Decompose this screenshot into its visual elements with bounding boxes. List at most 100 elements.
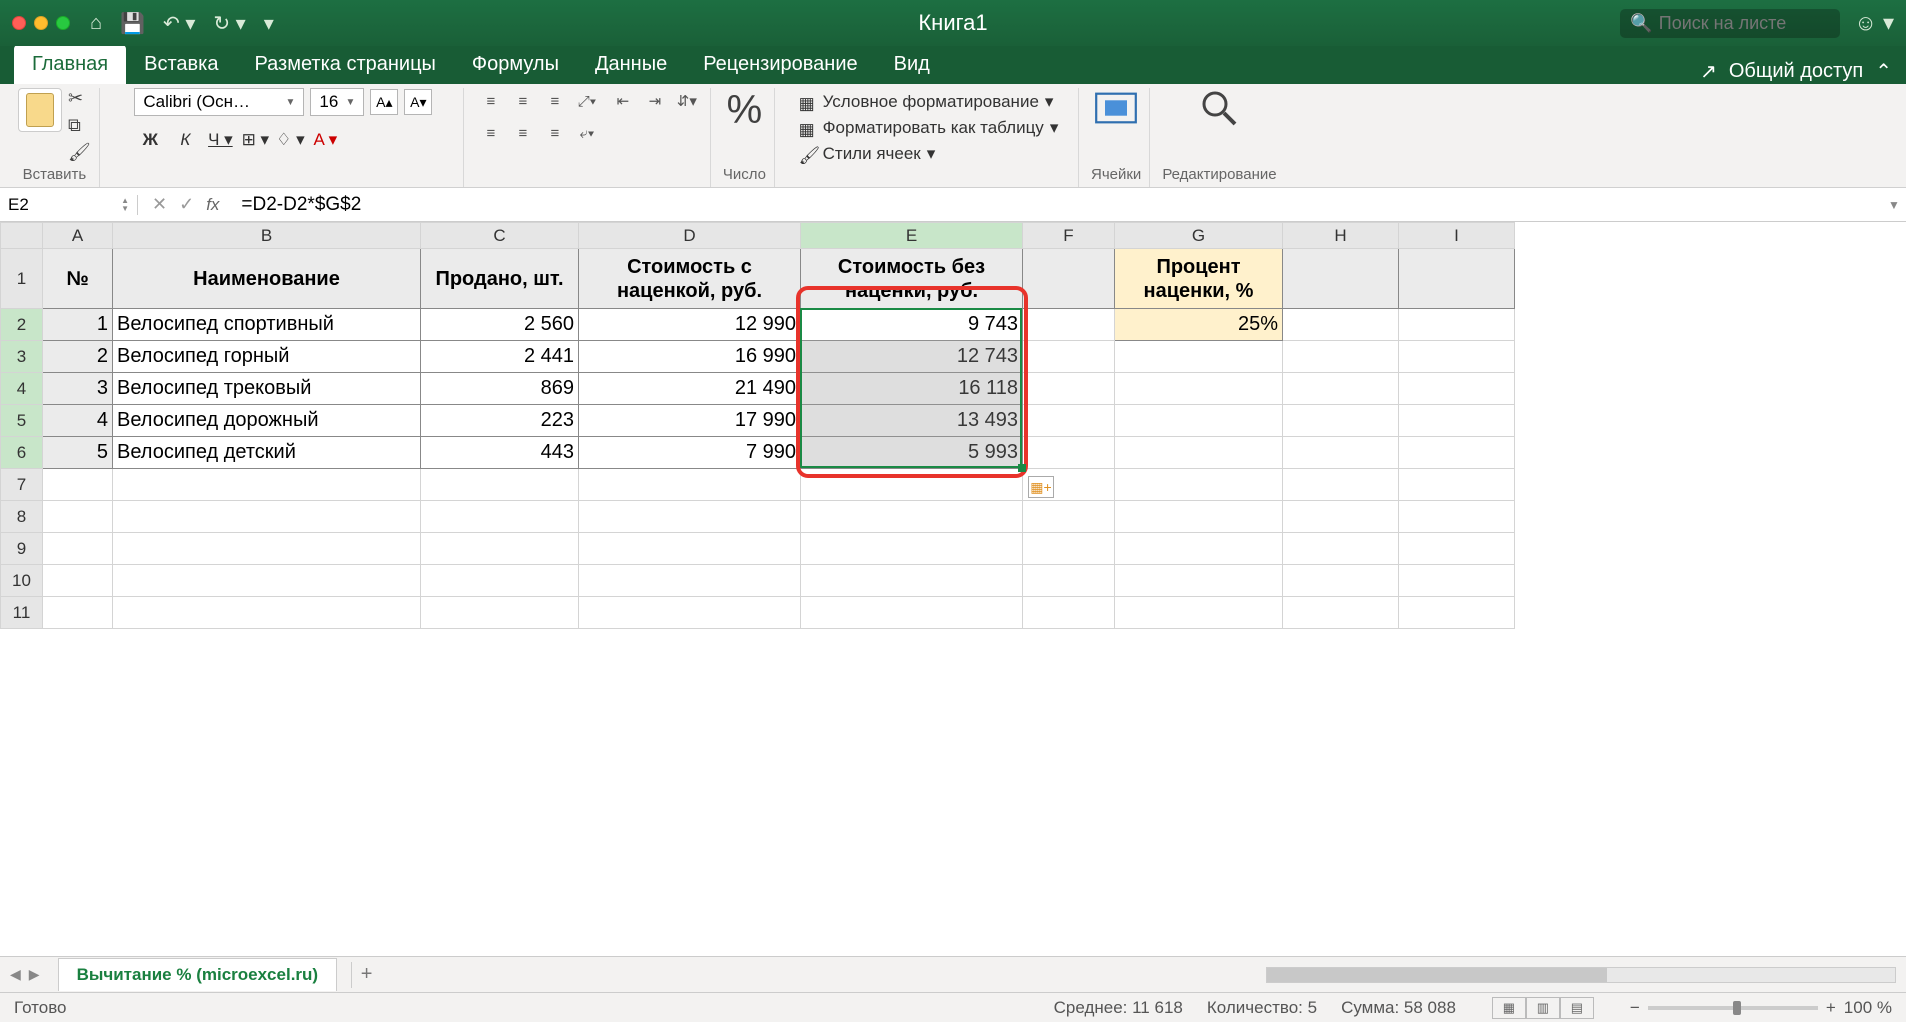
sheet-nav-prev-icon[interactable]: ◀ — [10, 966, 21, 983]
cell[interactable] — [113, 469, 421, 501]
cell[interactable] — [1283, 533, 1399, 565]
view-normal-icon[interactable]: ▦ — [1492, 997, 1526, 1019]
name-box[interactable]: E2 ▲▼ — [0, 195, 138, 215]
percent-icon[interactable]: % — [727, 88, 763, 133]
col-header-H[interactable]: H — [1283, 223, 1399, 249]
tab-review[interactable]: Рецензирование — [685, 45, 875, 84]
bold-button[interactable]: Ж — [134, 126, 166, 154]
close-button[interactable] — [12, 16, 26, 30]
cell[interactable] — [1115, 597, 1283, 629]
cell[interactable] — [1399, 533, 1515, 565]
cut-icon[interactable]: ✂ — [68, 88, 91, 109]
cell[interactable] — [579, 597, 801, 629]
formula-input[interactable] — [233, 194, 1882, 216]
row-header-9[interactable]: 9 — [1, 533, 43, 565]
conditional-formatting-button[interactable]: ▦Условное форматирование ▾ — [799, 92, 1054, 112]
cell[interactable] — [113, 565, 421, 597]
cell[interactable] — [1023, 597, 1115, 629]
tab-formulas[interactable]: Формулы — [454, 45, 577, 84]
undo-icon[interactable]: ↶ ▾ — [163, 11, 195, 36]
cell[interactable] — [801, 597, 1023, 629]
format-as-table-button[interactable]: ▦Форматировать как таблицу ▾ — [799, 118, 1059, 138]
collapse-ribbon-icon[interactable]: ⌃ — [1875, 59, 1892, 84]
cell[interactable] — [43, 597, 113, 629]
wrap-text-icon[interactable]: ⤶▾ — [572, 120, 602, 146]
col-header-F[interactable]: F — [1023, 223, 1115, 249]
align-left-icon[interactable]: ≡ — [476, 120, 506, 146]
cell[interactable] — [43, 565, 113, 597]
cell[interactable] — [1399, 565, 1515, 597]
cell[interactable] — [113, 501, 421, 533]
col-header-B[interactable]: B — [113, 223, 421, 249]
grow-font-icon[interactable]: A▴ — [370, 89, 398, 115]
cells-button[interactable] — [1094, 88, 1138, 164]
zoom-out-button[interactable]: − — [1630, 998, 1640, 1018]
cell[interactable] — [1023, 501, 1115, 533]
zoom-in-button[interactable]: + — [1826, 998, 1836, 1018]
zoom-slider[interactable] — [1648, 1006, 1818, 1010]
minimize-button[interactable] — [34, 16, 48, 30]
expand-formula-bar-icon[interactable]: ▼ — [1882, 198, 1906, 212]
col-header-G[interactable]: G — [1115, 223, 1283, 249]
fill-handle[interactable] — [1018, 464, 1026, 472]
cell[interactable] — [421, 597, 579, 629]
row-header-1[interactable]: 1 — [1, 249, 43, 309]
view-page-layout-icon[interactable]: ▥ — [1526, 997, 1560, 1019]
cell[interactable] — [113, 533, 421, 565]
cell[interactable] — [43, 533, 113, 565]
tab-data[interactable]: Данные — [577, 45, 685, 84]
cell-styles-button[interactable]: 🖌Стили ячеек ▾ — [799, 144, 936, 164]
font-name-combo[interactable]: Calibri (Осн…▼ — [134, 88, 304, 116]
format-painter-icon[interactable]: 🖌 — [68, 142, 91, 163]
cell[interactable] — [1283, 597, 1399, 629]
cell[interactable] — [801, 565, 1023, 597]
cell[interactable] — [1023, 249, 1115, 309]
cell[interactable] — [1283, 501, 1399, 533]
cell[interactable] — [421, 501, 579, 533]
name-box-spinner[interactable]: ▲▼ — [121, 197, 129, 213]
feedback-icon[interactable]: ☺ ▾ — [1854, 10, 1894, 36]
cell[interactable] — [579, 469, 801, 501]
merge-icon[interactable]: ⇵▾ — [672, 88, 702, 114]
row-header-3[interactable]: 3 — [1, 341, 43, 373]
cell[interactable] — [801, 469, 1023, 501]
horizontal-scrollbar[interactable] — [1266, 967, 1896, 983]
row-header-2[interactable]: 2 — [1, 309, 43, 341]
confirm-formula-icon[interactable]: ✓ — [179, 194, 194, 215]
align-center-icon[interactable]: ≡ — [508, 120, 538, 146]
cell[interactable] — [421, 469, 579, 501]
share-button[interactable]: Общий доступ — [1729, 60, 1863, 83]
cell[interactable] — [579, 565, 801, 597]
tab-view[interactable]: Вид — [876, 45, 948, 84]
sheet-nav-next-icon[interactable]: ▶ — [29, 966, 40, 983]
cell[interactable] — [1023, 565, 1115, 597]
save-icon[interactable]: 💾 — [120, 11, 145, 36]
cell[interactable] — [1283, 565, 1399, 597]
cell[interactable] — [1283, 469, 1399, 501]
font-size-combo[interactable]: 16▼ — [310, 88, 364, 116]
find-button[interactable] — [1197, 88, 1241, 164]
col-header-D[interactable]: D — [579, 223, 801, 249]
home-icon[interactable]: ⌂ — [90, 12, 102, 35]
row-header-11[interactable]: 11 — [1, 597, 43, 629]
cell[interactable] — [1399, 597, 1515, 629]
align-right-icon[interactable]: ≡ — [540, 120, 570, 146]
cell[interactable] — [1115, 533, 1283, 565]
row-header-4[interactable]: 4 — [1, 373, 43, 405]
cell[interactable] — [579, 501, 801, 533]
cell[interactable] — [801, 533, 1023, 565]
view-page-break-icon[interactable]: ▤ — [1560, 997, 1594, 1019]
tab-layout[interactable]: Разметка страницы — [236, 45, 453, 84]
row-header-7[interactable]: 7 — [1, 469, 43, 501]
indent-inc-icon[interactable]: ⇥ — [640, 88, 670, 114]
cell[interactable] — [1115, 501, 1283, 533]
font-color-button[interactable]: A ▾ — [309, 126, 341, 154]
cell[interactable] — [1115, 565, 1283, 597]
cell[interactable] — [421, 533, 579, 565]
col-header-C[interactable]: C — [421, 223, 579, 249]
borders-button[interactable]: ⊞ ▾ — [239, 126, 271, 154]
add-sheet-button[interactable]: + — [351, 962, 381, 988]
fx-icon[interactable]: fx — [206, 195, 219, 215]
indent-dec-icon[interactable]: ⇤ — [608, 88, 638, 114]
autofill-options-icon[interactable]: ▦+ — [1028, 476, 1054, 498]
